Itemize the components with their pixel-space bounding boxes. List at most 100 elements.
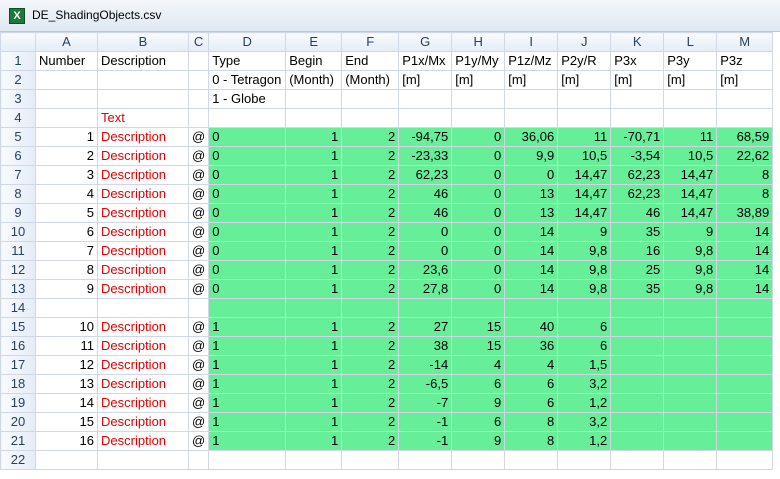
cell-l9[interactable]: 14,47 (663, 203, 718, 223)
cell-m18[interactable] (716, 374, 774, 394)
cell-k1[interactable]: P3x (610, 51, 665, 71)
cell-d14[interactable] (208, 298, 287, 318)
cell-d11[interactable]: 0 (208, 241, 287, 261)
cell-i15[interactable]: 40 (504, 317, 559, 337)
cell-a19[interactable]: 14 (35, 393, 98, 413)
cell-c16[interactable]: @ (187, 336, 210, 356)
cell-f9[interactable]: 2 (341, 203, 400, 223)
cell-d15[interactable]: 1 (208, 317, 287, 337)
row-header[interactable]: 3 (0, 89, 36, 109)
cell-b1[interactable]: Description (97, 51, 189, 71)
cell-h11[interactable]: 0 (451, 241, 506, 261)
cell-f17[interactable]: 2 (341, 355, 400, 375)
cell-g19[interactable]: -7 (398, 393, 453, 413)
cell-e9[interactable]: 1 (285, 203, 343, 223)
cell-c15[interactable]: @ (187, 317, 210, 337)
cell-f20[interactable]: 2 (341, 412, 400, 432)
column-header-d[interactable]: D (208, 32, 287, 52)
cell-c3[interactable] (187, 89, 210, 109)
cell-c18[interactable]: @ (187, 374, 210, 394)
cell-g10[interactable]: 0 (398, 222, 453, 242)
cell-i22[interactable] (504, 450, 559, 470)
cell-i7[interactable]: 0 (504, 165, 559, 185)
cell-f8[interactable]: 2 (341, 184, 400, 204)
cell-g12[interactable]: 23,6 (398, 260, 453, 280)
cell-l19[interactable] (663, 393, 718, 413)
cell-j1[interactable]: P2y/R (557, 51, 612, 71)
cell-g18[interactable]: -6,5 (398, 374, 453, 394)
select-all-corner[interactable] (0, 32, 36, 52)
cell-j20[interactable]: 3,2 (557, 412, 612, 432)
cell-a21[interactable]: 16 (35, 431, 98, 451)
cell-c2[interactable] (187, 70, 210, 90)
cell-i19[interactable]: 6 (504, 393, 559, 413)
cell-k22[interactable] (610, 450, 665, 470)
cell-f5[interactable]: 2 (341, 127, 400, 147)
cell-a13[interactable]: 9 (35, 279, 98, 299)
cell-l17[interactable] (663, 355, 718, 375)
cell-m13[interactable]: 14 (716, 279, 774, 299)
cell-m21[interactable] (716, 431, 774, 451)
cell-g20[interactable]: -1 (398, 412, 453, 432)
cell-c14[interactable] (187, 298, 210, 318)
cell-h7[interactable]: 0 (451, 165, 506, 185)
row-header[interactable]: 8 (0, 184, 36, 204)
row-header[interactable]: 14 (0, 298, 36, 318)
cell-m7[interactable]: 8 (716, 165, 774, 185)
cell-d21[interactable]: 1 (208, 431, 287, 451)
cell-a16[interactable]: 11 (35, 336, 98, 356)
cell-b16[interactable]: Description (97, 336, 189, 356)
cell-f13[interactable]: 2 (341, 279, 400, 299)
cell-l12[interactable]: 9,8 (663, 260, 718, 280)
cell-k20[interactable] (610, 412, 665, 432)
cell-l8[interactable]: 14,47 (663, 184, 718, 204)
cell-i17[interactable]: 4 (504, 355, 559, 375)
cell-e21[interactable]: 1 (285, 431, 343, 451)
cell-h2[interactable]: [m] (451, 70, 506, 90)
cell-l2[interactable]: [m] (663, 70, 718, 90)
cell-l15[interactable] (663, 317, 718, 337)
cell-c11[interactable]: @ (187, 241, 210, 261)
cell-f15[interactable]: 2 (341, 317, 400, 337)
cell-b5[interactable]: Description (97, 127, 189, 147)
cell-h12[interactable]: 0 (451, 260, 506, 280)
cell-j5[interactable]: 11 (557, 127, 612, 147)
cell-a11[interactable]: 7 (35, 241, 98, 261)
cell-f1[interactable]: End (341, 51, 400, 71)
cell-k6[interactable]: -3,54 (610, 146, 665, 166)
cell-j11[interactable]: 9,8 (557, 241, 612, 261)
cell-f2[interactable]: (Month) (341, 70, 400, 90)
cell-k17[interactable] (610, 355, 665, 375)
cell-k16[interactable] (610, 336, 665, 356)
cell-j12[interactable]: 9,8 (557, 260, 612, 280)
cell-m19[interactable] (716, 393, 774, 413)
cell-b7[interactable]: Description (97, 165, 189, 185)
cell-g16[interactable]: 38 (398, 336, 453, 356)
cell-d9[interactable]: 0 (208, 203, 287, 223)
row-header[interactable]: 2 (0, 70, 36, 90)
cell-k15[interactable] (610, 317, 665, 337)
cell-c1[interactable] (187, 51, 210, 71)
cell-h4[interactable] (451, 108, 506, 128)
cell-j14[interactable] (557, 298, 612, 318)
cell-i12[interactable]: 14 (504, 260, 559, 280)
cell-d19[interactable]: 1 (208, 393, 287, 413)
cell-c13[interactable]: @ (187, 279, 210, 299)
cell-m20[interactable] (716, 412, 774, 432)
cell-j22[interactable] (557, 450, 612, 470)
cell-c22[interactable] (187, 450, 210, 470)
row-header[interactable]: 22 (0, 450, 36, 470)
cell-i2[interactable]: [m] (504, 70, 559, 90)
column-header-j[interactable]: J (557, 32, 612, 52)
cell-j16[interactable]: 6 (557, 336, 612, 356)
cell-h5[interactable]: 0 (451, 127, 506, 147)
cell-b19[interactable]: Description (97, 393, 189, 413)
cell-m3[interactable] (716, 89, 774, 109)
cell-e3[interactable] (285, 89, 343, 109)
cell-e16[interactable]: 1 (285, 336, 343, 356)
cell-i16[interactable]: 36 (504, 336, 559, 356)
cell-k4[interactable] (610, 108, 665, 128)
cell-e5[interactable]: 1 (285, 127, 343, 147)
cell-m12[interactable]: 14 (716, 260, 774, 280)
cell-i20[interactable]: 8 (504, 412, 559, 432)
